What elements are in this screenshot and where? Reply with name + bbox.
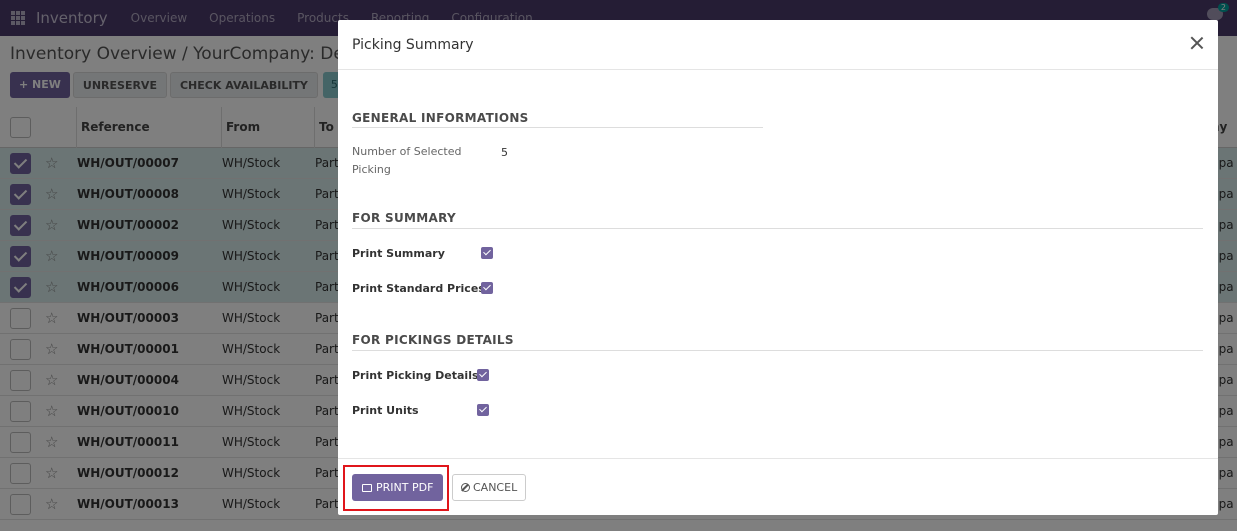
- app: Inventory Overview Operations Products R…: [0, 0, 1237, 531]
- cancel-label: CANCEL: [473, 481, 518, 494]
- general-divider: [352, 127, 763, 128]
- summary-section-title: FOR SUMMARY: [352, 211, 456, 225]
- print-standard-prices-label: Print Standard Prices: [352, 282, 485, 295]
- selected-count-value: 5: [501, 146, 508, 159]
- print-units-checkbox[interactable]: [477, 404, 489, 416]
- print-units-label: Print Units: [352, 404, 419, 417]
- selected-count-label: Number of Selected Picking: [352, 143, 461, 179]
- details-section-title: FOR PICKINGS DETAILS: [352, 333, 514, 347]
- modal-header: Picking Summary: [338, 20, 1218, 70]
- cancel-button[interactable]: CANCEL: [452, 474, 527, 501]
- close-icon[interactable]: [1190, 36, 1204, 50]
- print-button-highlight: [343, 465, 449, 511]
- print-summary-label: Print Summary: [352, 247, 445, 260]
- print-picking-details-label: Print Picking Details: [352, 369, 479, 382]
- modal-footer: PRINT PDF CANCEL: [338, 458, 1218, 515]
- ban-icon: [461, 483, 470, 492]
- general-section-title: GENERAL INFORMATIONS: [352, 111, 529, 125]
- selected-count-label-line2: Picking: [352, 163, 391, 176]
- print-standard-prices-checkbox[interactable]: [481, 282, 493, 294]
- summary-divider: [352, 228, 1203, 229]
- modal-title: Picking Summary: [352, 36, 474, 53]
- print-picking-details-checkbox[interactable]: [477, 369, 489, 381]
- details-divider: [352, 350, 1203, 351]
- print-summary-checkbox[interactable]: [481, 247, 493, 259]
- picking-summary-dialog: Picking Summary GENERAL INFORMATIONS Num…: [338, 20, 1218, 515]
- selected-count-label-line1: Number of Selected: [352, 145, 462, 158]
